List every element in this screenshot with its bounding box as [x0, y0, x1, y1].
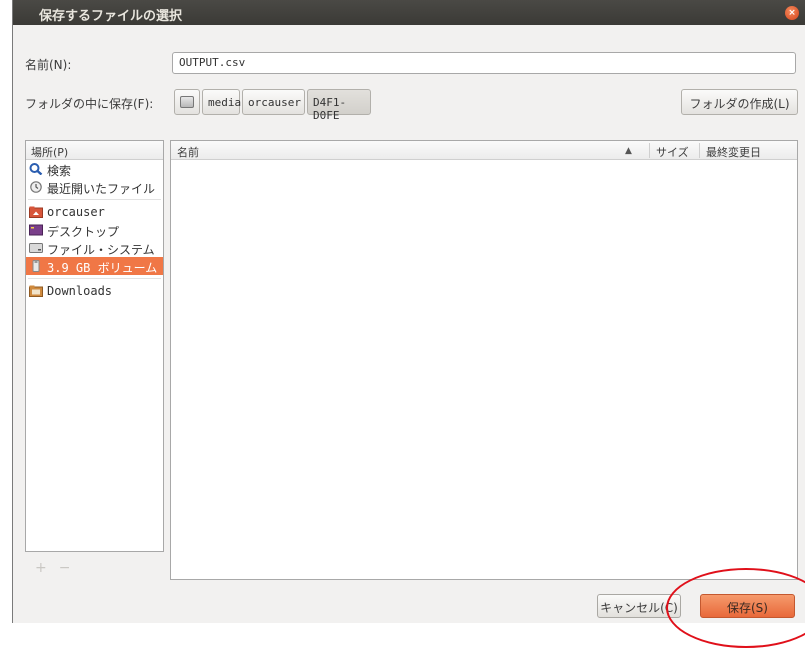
- places-item-search[interactable]: 検索: [26, 160, 163, 178]
- name-label: 名前(N):: [25, 58, 72, 72]
- path-button-current[interactable]: D4F1-D0FE: [307, 89, 371, 122]
- places-item-label: 3.9 GB ボリューム: [47, 261, 158, 275]
- home-folder-icon: [29, 206, 43, 218]
- places-item-label: 検索: [47, 164, 72, 178]
- places-item-downloads[interactable]: Downloads: [26, 282, 163, 300]
- create-folder-button[interactable]: フォルダの作成(L): [681, 89, 798, 115]
- places-pane: 場所(P) 検索 最近開いたファイル orcauser デスクトップ ファイル・…: [25, 140, 164, 552]
- places-item-filesystem[interactable]: ファイル・システム: [26, 239, 163, 257]
- search-icon: [29, 163, 43, 175]
- path-root-button[interactable]: [174, 89, 200, 115]
- places-header: 場所(P): [26, 141, 163, 160]
- add-bookmark-button[interactable]: +: [35, 560, 59, 576]
- column-modified[interactable]: 最終変更日: [706, 144, 761, 160]
- path-button-media[interactable]: media: [202, 89, 241, 115]
- file-list-header: 名前 ▲ サイズ 最終変更日: [171, 141, 797, 160]
- path-button-orcauser[interactable]: orcauser: [242, 89, 305, 115]
- places-item-label: ファイル・システム: [47, 243, 155, 257]
- column-divider: [649, 143, 650, 158]
- places-item-label: Downloads: [47, 284, 113, 298]
- column-size[interactable]: サイズ: [656, 144, 689, 160]
- file-save-dialog: 保存するファイルの選択 × 名前(N): OUTPUT.csv フォルダの中に保…: [12, 0, 805, 623]
- desktop-icon: [29, 224, 43, 236]
- save-in-folder-label: フォルダの中に保存(F):: [25, 97, 154, 111]
- places-item-label: デスクトップ: [47, 225, 120, 239]
- folder-icon: [29, 285, 43, 297]
- usb-drive-icon: [32, 260, 40, 272]
- filename-input[interactable]: OUTPUT.csv: [172, 52, 796, 74]
- recent-icon: [30, 181, 42, 193]
- places-item-volume[interactable]: 3.9 GB ボリューム: [26, 257, 163, 275]
- column-divider: [699, 143, 700, 158]
- sort-arrow-icon: ▲: [625, 146, 632, 156]
- close-icon: ×: [788, 8, 796, 18]
- places-item-label: orcauser: [47, 205, 105, 219]
- places-controls: +−: [35, 560, 82, 576]
- drive-icon: [180, 96, 194, 108]
- titlebar: 保存するファイルの選択 ×: [13, 0, 805, 25]
- places-item-home[interactable]: orcauser: [26, 203, 163, 221]
- places-item-label: 最近開いたファイル: [47, 182, 156, 196]
- window-title: 保存するファイルの選択: [39, 9, 183, 24]
- save-button[interactable]: 保存(S): [700, 594, 795, 618]
- column-name[interactable]: 名前: [177, 144, 199, 160]
- places-item-desktop[interactable]: デスクトップ: [26, 221, 163, 239]
- close-button[interactable]: ×: [785, 6, 799, 20]
- remove-bookmark-button[interactable]: −: [59, 560, 83, 576]
- drive-icon: [29, 243, 43, 253]
- file-list-pane: 名前 ▲ サイズ 最終変更日: [170, 140, 798, 580]
- cancel-button[interactable]: キャンセル(C): [597, 594, 681, 618]
- places-item-recent[interactable]: 最近開いたファイル: [26, 178, 163, 196]
